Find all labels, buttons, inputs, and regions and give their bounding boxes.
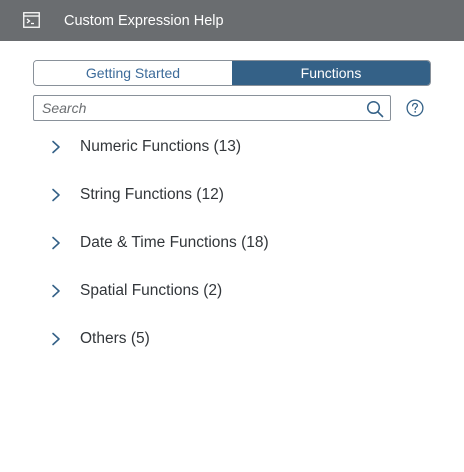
function-category-list: Numeric Functions (13) String Functions … [0,123,464,363]
tab-getting-started[interactable]: Getting Started [34,61,232,85]
chevron-right-icon[interactable] [50,140,62,154]
view-switcher: Getting Started Functions [33,60,431,86]
chevron-right-icon[interactable] [50,332,62,346]
category-label: String Functions (12) [80,186,224,203]
category-date-time-functions[interactable]: Date & Time Functions (18) [0,219,464,267]
chevron-right-icon[interactable] [50,236,62,250]
search-input[interactable] [34,96,356,120]
category-label: Numeric Functions (13) [80,138,242,155]
search-icon[interactable] [366,100,384,118]
category-string-functions[interactable]: String Functions (12) [0,171,464,219]
category-label: Date & Time Functions (18) [80,234,269,251]
category-label: Others (5) [80,330,150,347]
category-others[interactable]: Others (5) [0,315,464,363]
category-spatial-functions[interactable]: Spatial Functions (2) [0,267,464,315]
window-title: Custom Expression Help [64,13,224,29]
tab-functions[interactable]: Functions [232,61,430,85]
search-field [33,95,391,121]
category-numeric-functions[interactable]: Numeric Functions (13) [0,123,464,171]
category-label: Spatial Functions (2) [80,282,223,299]
console-window-icon [23,12,40,28]
help-icon[interactable] [406,99,424,117]
chevron-right-icon[interactable] [50,284,62,298]
chevron-right-icon[interactable] [50,188,62,202]
title-bar: Custom Expression Help [0,0,464,41]
